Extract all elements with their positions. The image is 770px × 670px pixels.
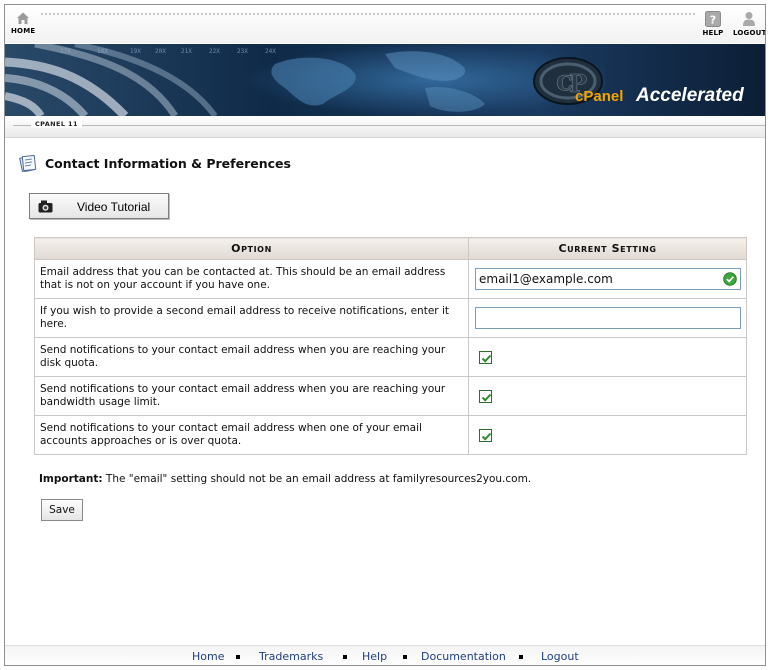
table-header-row: Option Current Setting [34, 237, 747, 260]
svg-text:20X: 20X [155, 48, 166, 55]
nav-divider [41, 13, 695, 16]
table-row: Email address that you can be contacted … [34, 259, 747, 299]
save-button[interactable]: Save [41, 499, 83, 521]
video-tutorial-button[interactable]: Video Tutorial [29, 193, 169, 219]
option-disk-quota: Send notifications to your contact email… [34, 337, 469, 377]
help-icon: ? [705, 11, 721, 27]
footer-link-home[interactable]: Home [192, 650, 224, 663]
header-option: Option [34, 237, 469, 260]
setting-disk-quota [468, 337, 747, 377]
contact-info-icon [19, 154, 37, 172]
page-title: Contact Information & Preferences [45, 155, 291, 171]
video-tutorial-label: Video Tutorial [77, 200, 151, 214]
footer-separator [343, 655, 347, 659]
email-account-quota-checkbox[interactable] [479, 428, 492, 442]
cpanel-banner: 17X 18X 19X 20X 21X 22X 23X 24X c P cPanel Ac… [5, 44, 765, 116]
version-rule [13, 125, 765, 126]
footer-separator [403, 655, 407, 659]
svg-text:18X: 18X [97, 48, 108, 55]
option-email-account-quota: Send notifications to your contact email… [34, 415, 469, 455]
footer-links: Home Trademarks Help Documentation Logou… [5, 645, 765, 665]
svg-text:22X: 22X [209, 48, 220, 55]
contact-settings-table: Option Current Setting Email address tha… [34, 237, 747, 455]
footer-link-help[interactable]: Help [362, 650, 387, 663]
home-icon [17, 12, 29, 24]
svg-text:?: ? [710, 14, 717, 27]
disk-quota-checkbox[interactable] [479, 350, 492, 364]
help-label: HELP [702, 29, 724, 37]
bandwidth-limit-checkbox[interactable] [479, 389, 492, 403]
checkmark-icon [481, 393, 492, 402]
video-camera-icon [38, 200, 53, 213]
primary-email-input[interactable] [475, 268, 741, 290]
footer-link-logout[interactable]: Logout [541, 650, 579, 663]
footer-link-documentation[interactable]: Documentation [421, 650, 506, 663]
secondary-email-input[interactable] [475, 307, 741, 329]
checkmark-icon [481, 432, 492, 441]
setting-bandwidth-limit [468, 376, 747, 416]
version-label: CPANEL 11 [31, 120, 82, 128]
top-navigation: HOME ? HELP LOGOUT [5, 5, 765, 43]
svg-text:24X: 24X [265, 48, 276, 55]
valid-check-icon [723, 272, 737, 286]
header-current-setting: Current Setting [468, 237, 747, 260]
setting-primary-email [468, 259, 747, 299]
checkmark-icon [481, 354, 492, 363]
svg-text:19X: 19X [130, 48, 141, 55]
setting-email-account-quota [468, 415, 747, 455]
important-note: Important: The "email" setting should no… [39, 473, 531, 485]
setting-secondary-email [468, 298, 747, 338]
option-secondary-email: If you wish to provide a second email ad… [34, 298, 469, 338]
logout-label: LOGOUT [733, 29, 766, 37]
home-button[interactable]: HOME [11, 11, 35, 35]
help-button[interactable]: ? HELP [702, 11, 724, 37]
logo-accelerated-text: Accelerated [636, 85, 744, 106]
option-primary-email: Email address that you can be contacted … [34, 259, 469, 299]
logout-button[interactable]: LOGOUT [733, 11, 765, 37]
footer-separator [236, 655, 240, 659]
table-row: Send notifications to your contact email… [34, 376, 747, 416]
svg-text:17X: 17X [60, 48, 71, 55]
footer-separator [519, 655, 523, 659]
svg-text:21X: 21X [181, 48, 192, 55]
option-bandwidth-limit: Send notifications to your contact email… [34, 376, 469, 416]
important-text: The "email" setting should not be an ema… [102, 473, 532, 485]
logo-cpanel-text: cPanel [575, 88, 624, 105]
page-heading: Contact Information & Preferences [19, 153, 291, 173]
primary-email-field-wrap [475, 268, 741, 290]
home-label: HOME [11, 27, 36, 35]
footer-link-trademarks[interactable]: Trademarks [259, 650, 323, 663]
table-row: Send notifications to your contact email… [34, 415, 747, 455]
user-icon [743, 12, 755, 26]
svg-text:23X: 23X [237, 48, 248, 55]
cpanel-window: HOME ? HELP LOGOUT 17X 18X 19X 20X 21X 2… [4, 4, 766, 666]
version-bar: CPANEL 11 [5, 116, 765, 138]
table-row: Send notifications to your contact email… [34, 337, 747, 377]
table-row: If you wish to provide a second email ad… [34, 298, 747, 338]
important-label: Important: [39, 473, 103, 485]
